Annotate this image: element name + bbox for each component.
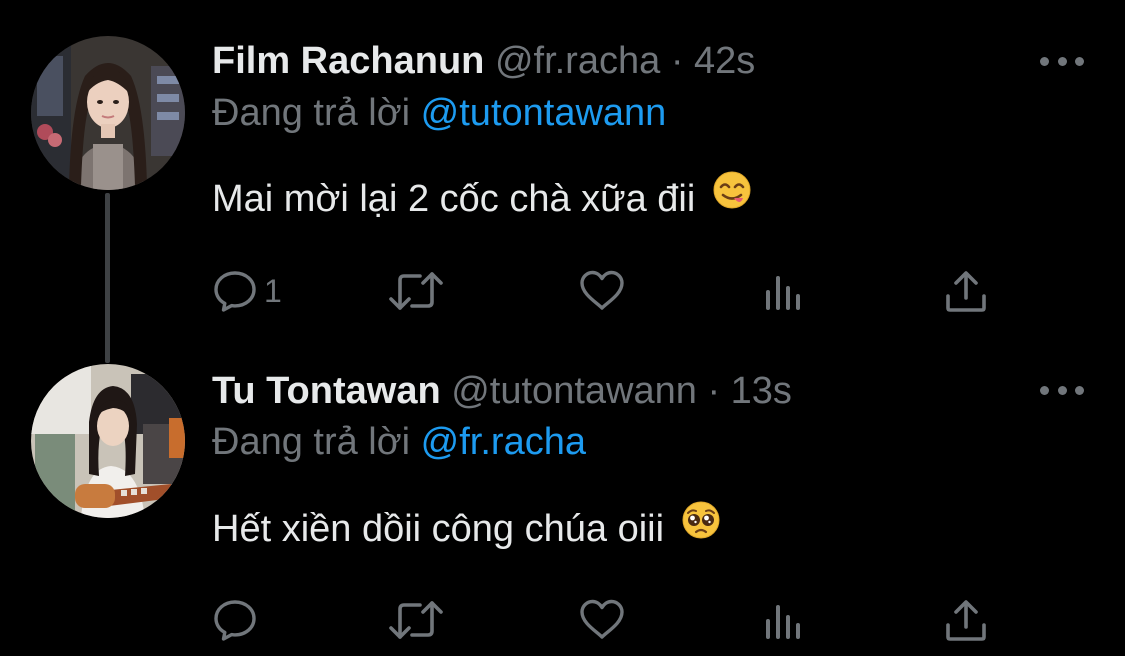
- timestamp[interactable]: 42s: [694, 40, 755, 82]
- display-name[interactable]: Film Rachanun: [212, 40, 484, 82]
- heart-icon: [580, 270, 624, 310]
- more-options-button[interactable]: [1040, 380, 1084, 400]
- share-button[interactable]: [944, 266, 988, 316]
- tweet[interactable]: Tu Tontawan @tutontawann · 13s Đang trả …: [0, 340, 1125, 656]
- tweet-text-content: Mai mời lại 2 cốc chà xữa đii: [212, 178, 696, 220]
- tweet-text-content: Hết xiền dồii công chúa oiii: [212, 508, 665, 550]
- replying-to: Đang trả lời @tutontawann: [212, 90, 666, 136]
- analytics-icon: [766, 276, 800, 310]
- reply-button[interactable]: 1: [212, 266, 282, 316]
- tweet-text: Hết xiền dồii công chúa oiii: [212, 501, 721, 557]
- reply-count: 1: [264, 273, 282, 309]
- like-button[interactable]: [578, 595, 626, 645]
- replying-to-handle[interactable]: @fr.racha: [421, 421, 586, 463]
- tweet-text: Mai mời lại 2 cốc chà xữa đii: [212, 171, 752, 227]
- reply-icon: [214, 600, 256, 641]
- avatar[interactable]: [31, 364, 185, 518]
- analytics-button[interactable]: [764, 595, 804, 645]
- separator-dot: ·: [670, 40, 684, 82]
- tweet-thread: Film Rachanun @fr.racha · 42s Đang trả l…: [0, 0, 1125, 656]
- tweet-actions: [212, 595, 1012, 645]
- like-button[interactable]: [578, 266, 626, 316]
- replying-to-handle[interactable]: @tutontawann: [421, 92, 667, 134]
- share-button[interactable]: [944, 595, 988, 645]
- analytics-icon: [766, 605, 800, 639]
- more-dots-icon: [1040, 56, 1049, 66]
- more-dots-icon: [1040, 385, 1049, 395]
- replying-to-label: Đang trả lời: [212, 92, 411, 134]
- separator-dot: ·: [707, 370, 721, 412]
- timestamp[interactable]: 13s: [731, 370, 792, 412]
- tweet-header: Film Rachanun @fr.racha · 42s: [212, 38, 755, 84]
- share-icon: [946, 271, 986, 312]
- face-savoring-food-emoji: [712, 170, 752, 223]
- share-icon: [946, 600, 986, 641]
- retweet-icon: [389, 601, 443, 639]
- retweet-button[interactable]: [388, 266, 444, 316]
- more-options-button[interactable]: [1040, 51, 1084, 71]
- tweet[interactable]: Film Rachanun @fr.racha · 42s Đang trả l…: [0, 0, 1125, 340]
- reply-button[interactable]: [212, 595, 264, 645]
- replying-to-label: Đang trả lời: [212, 421, 411, 463]
- pleading-face-emoji: [681, 500, 721, 553]
- avatar[interactable]: [31, 36, 185, 190]
- user-handle[interactable]: @fr.racha: [495, 40, 660, 82]
- tweet-actions: 1: [212, 266, 1012, 316]
- reply-icon: [214, 271, 256, 312]
- tweet-header: Tu Tontawan @tutontawann · 13s: [212, 368, 792, 414]
- replying-to: Đang trả lời @fr.racha: [212, 419, 586, 465]
- heart-icon: [580, 599, 624, 639]
- retweet-button[interactable]: [388, 595, 444, 645]
- retweet-icon: [389, 272, 443, 310]
- user-handle[interactable]: @tutontawann: [451, 370, 697, 412]
- analytics-button[interactable]: [764, 266, 804, 316]
- display-name[interactable]: Tu Tontawan: [212, 370, 441, 412]
